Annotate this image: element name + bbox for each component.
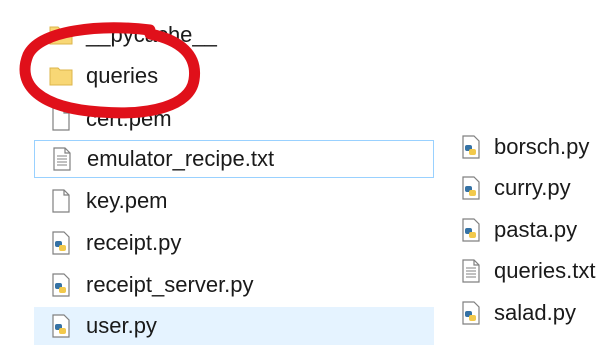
python-file-icon [48, 313, 74, 339]
file-row-cert[interactable]: cert.pem [34, 100, 434, 138]
file-name: queries.txt [494, 258, 596, 283]
file-row-receipt[interactable]: receipt.py [34, 224, 434, 262]
python-file-icon [458, 300, 484, 326]
file-name: __pycache__ [86, 22, 217, 47]
document-icon [48, 106, 74, 132]
queries-file-list: borsch.py curry.py pasta.py queries.txt … [448, 128, 609, 338]
python-file-icon [48, 272, 74, 298]
file-row-curry[interactable]: curry.py [448, 169, 609, 207]
text-file-icon [49, 146, 75, 172]
file-name: cert.pem [86, 106, 172, 131]
python-file-icon [458, 217, 484, 243]
file-name: receipt.py [86, 230, 182, 255]
file-name: emulator_recipe.txt [87, 146, 275, 171]
folder-icon [48, 63, 74, 89]
document-icon [48, 188, 74, 214]
file-name: borsch.py [494, 134, 590, 159]
file-row-queries-txt[interactable]: queries.txt [448, 252, 609, 290]
file-row-pasta[interactable]: pasta.py [448, 211, 609, 249]
file-name: pasta.py [494, 217, 578, 242]
file-row-borsch[interactable]: borsch.py [448, 128, 609, 166]
file-name: queries [86, 63, 159, 88]
file-name: user.py [86, 313, 157, 338]
file-name: receipt_server.py [86, 272, 254, 297]
file-name: curry.py [494, 175, 571, 200]
file-row-receipt-server[interactable]: receipt_server.py [34, 266, 434, 304]
python-file-icon [458, 175, 484, 201]
file-name: key.pem [86, 188, 168, 213]
text-file-icon [458, 258, 484, 284]
file-row-key[interactable]: key.pem [34, 182, 434, 220]
file-row-emulator-recipe[interactable]: emulator_recipe.txt [34, 140, 434, 178]
python-file-icon [48, 230, 74, 256]
folder-icon [48, 22, 74, 48]
file-name: salad.py [494, 300, 576, 325]
file-row-user[interactable]: user.py [34, 307, 434, 345]
file-list: __pycache__ queries cert.pem emulator_re… [0, 0, 440, 347]
python-file-icon [458, 134, 484, 160]
file-row-salad[interactable]: salad.py [448, 294, 609, 332]
file-row-queries[interactable]: queries [34, 57, 434, 95]
file-row-pycache[interactable]: __pycache__ [34, 16, 434, 54]
